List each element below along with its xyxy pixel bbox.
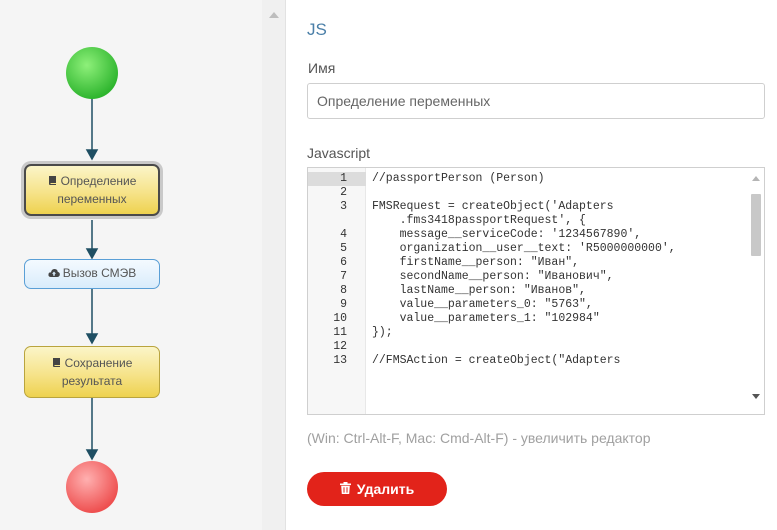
code-line[interactable]: 5 organization__user__text: 'R5000000000… [308,242,745,256]
start-event[interactable] [66,47,118,99]
process-flow-canvas: Определение переменных Вызов СМЭВ Сохран… [0,0,262,530]
line-number: 8 [340,284,347,297]
code-line[interactable]: 6 firstName__person: "Иван", [308,256,745,270]
flow-node-call-smev[interactable]: Вызов СМЭВ [24,259,160,289]
line-number: 6 [340,256,347,269]
book-icon [52,356,62,373]
flow-node-label: Вызов СМЭВ [62,266,137,280]
javascript-label: Javascript [307,145,371,161]
code-line[interactable]: 9 value__parameters_0: "5763", [308,298,745,312]
arrowhead [85,248,99,260]
code-text: lastName__person: "Иванов", [372,284,586,297]
code-text: }); [372,326,393,339]
line-number: 5 [340,242,347,255]
editor-scrollbar[interactable] [748,168,764,414]
code-line[interactable]: 13 //FMSAction = createObject("Adapters [308,354,745,368]
code-text: FMSRequest = createObject('Adapters [372,200,614,213]
arrowhead [85,149,99,161]
properties-panel: JS Имя Javascript 1 //passportPerson (Per… [286,0,777,530]
line-number: 11 [333,326,347,339]
code-line[interactable]: 10 value__parameters_1: "102984" [308,312,745,326]
flow-pane-scrollbar[interactable] [262,0,286,530]
trash-icon [339,481,351,497]
cloud-upload-icon [48,266,60,283]
line-number: 2 [340,186,347,199]
name-input[interactable] [307,83,765,119]
panel-title: JS [307,20,327,39]
delete-button-label: Удалить [356,481,415,497]
code-line[interactable]: 1 //passportPerson (Person) [308,172,745,186]
code-text: value__parameters_0: "5763", [372,298,593,311]
code-text: //passportPerson (Person) [372,172,545,185]
line-number: 4 [340,228,347,241]
line-number: 13 [333,354,347,367]
code-line[interactable]: 3 FMSRequest = createObject('Adapters [308,200,745,214]
code-line[interactable]: 11}); [308,326,745,340]
code-line[interactable]: 7 secondName__person: "Иванович", [308,270,745,284]
editor-hint: (Win: Ctrl-Alt-F, Mac: Cmd-Alt-F) - увел… [307,430,651,446]
line-number: 10 [333,312,347,325]
line-number: 3 [340,200,347,213]
code-text: value__parameters_1: "102984" [372,312,600,325]
line-number: 1 [340,172,347,185]
line-number: 12 [333,340,347,353]
end-event[interactable] [66,461,118,513]
delete-button[interactable]: Удалить [307,472,447,506]
scroll-up-arrow-icon[interactable] [269,12,279,18]
code-text: firstName__person: "Иван", [372,256,580,269]
code-lines[interactable]: 1 //passportPerson (Person) 2 3 FMSRequest =… [308,172,745,368]
code-line[interactable]: 4 message__serviceCode: '1234567890', [308,228,745,242]
flow-node-label: Сохранение результата [61,355,133,388]
code-text: .fms3418passportRequest', { [372,214,586,227]
code-line[interactable]: .fms3418passportRequest', { [308,214,745,228]
flow-node-define-variables[interactable]: Определение переменных [24,164,160,216]
scrollbar-thumb[interactable] [751,194,761,256]
code-line[interactable]: 12 [308,340,745,354]
name-label: Имя [308,60,336,76]
code-text: message__serviceCode: '1234567890', [372,228,642,241]
line-number: 9 [340,298,347,311]
javascript-code-editor[interactable]: 1 //passportPerson (Person) 2 3 FMSRequest =… [307,167,765,415]
code-text: //FMSAction = createObject("Adapters [372,354,621,367]
flow-node-save-result[interactable]: Сохранение результата [24,346,160,398]
scroll-down-arrow-icon[interactable] [752,394,760,399]
flow-node-label: Определение переменных [57,173,137,206]
code-line[interactable]: 8 lastName__person: "Иванов", [308,284,745,298]
arrowhead [85,449,99,461]
code-text: organization__user__text: 'R5000000000', [372,242,676,255]
code-text: secondName__person: "Иванович", [372,270,614,283]
code-line[interactable]: 2 [308,186,745,200]
arrowhead [85,333,99,345]
line-number: 7 [340,270,347,283]
scroll-up-arrow-icon[interactable] [752,176,760,181]
book-icon [48,174,58,191]
